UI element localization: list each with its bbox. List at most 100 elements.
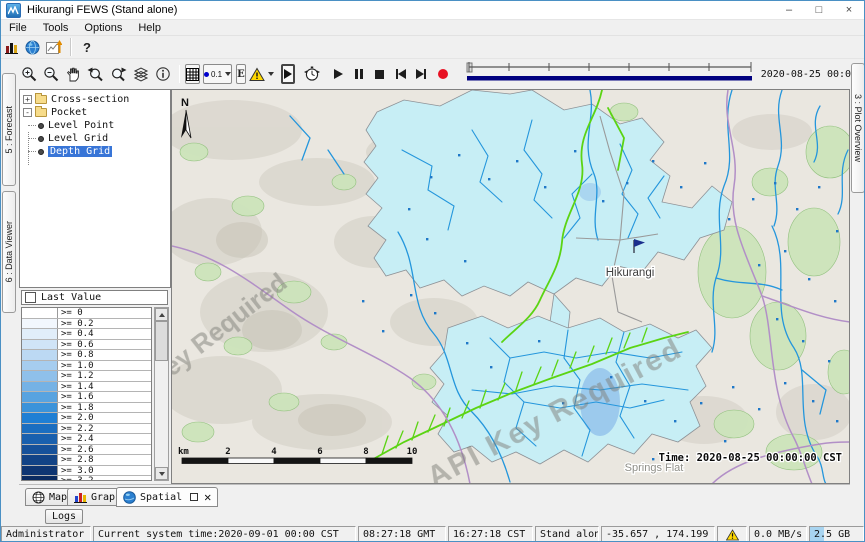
svg-text:8: 8 — [363, 447, 368, 457]
layer-bullet-icon — [38, 136, 44, 142]
explorer-chart-icon[interactable] — [4, 37, 19, 57]
legend-row[interactable]: >= 2.2 — [22, 424, 151, 435]
zoom-next-icon[interactable] — [110, 64, 127, 84]
zoom-previous-icon[interactable] — [87, 64, 104, 84]
legend-row[interactable]: >= 1.0 — [22, 361, 151, 372]
play-button[interactable] — [334, 64, 343, 84]
svg-text:2: 2 — [225, 447, 230, 457]
menu-file[interactable]: File — [1, 22, 35, 34]
skip-to-end-button[interactable] — [416, 64, 426, 84]
scale-value: 0.1 — [211, 70, 222, 79]
right-tab-strip: 3 : Plot Overview — [850, 89, 865, 484]
tab-spatial[interactable]: Spatial ✕ — [116, 487, 218, 507]
expander-icon[interactable]: + — [23, 95, 32, 104]
status-mode: Stand alone — [535, 526, 599, 542]
close-button[interactable]: × — [834, 1, 864, 19]
legend-row[interactable]: >= 0.2 — [22, 319, 151, 330]
zoom-in-icon[interactable] — [21, 64, 37, 84]
stop-button[interactable] — [375, 64, 384, 84]
bar-chart-icon — [74, 491, 87, 503]
map-canvas[interactable]: API Key Required API Key Required Hikura… — [171, 89, 850, 484]
folder-icon — [35, 95, 47, 104]
warning-threshold-dropdown[interactable] — [249, 64, 274, 84]
scrollbar-thumb[interactable] — [155, 321, 168, 361]
tab-plot-overview[interactable]: 3 : Plot Overview — [851, 63, 865, 193]
legend-row[interactable]: >= 1.2 — [22, 371, 151, 382]
menu-tools[interactable]: Tools — [35, 22, 77, 34]
labels-toggle-button[interactable]: E — [236, 64, 246, 84]
legend-row[interactable]: >= 2.8 — [22, 455, 151, 466]
legend-row[interactable]: >= 2.4 — [22, 434, 151, 445]
svg-text:km: km — [178, 447, 189, 457]
folder-icon — [35, 108, 47, 117]
legend-row[interactable]: >= 3.0 — [22, 466, 151, 477]
legend-swatch — [22, 382, 58, 392]
zoom-out-icon[interactable] — [43, 64, 59, 84]
timer-settings-icon[interactable] — [303, 64, 321, 84]
tree-item-depth-grid[interactable]: Depth Grid — [23, 145, 170, 158]
legend-row[interactable]: >= 0 — [22, 308, 151, 319]
status-user: Administrator — [1, 526, 91, 542]
tab-forecast[interactable]: 5 : Forecast — [2, 73, 16, 186]
status-warning-cell — [717, 526, 747, 542]
town-label: Hikurangi — [606, 267, 655, 279]
selected-tree-label: Depth Grid — [48, 146, 112, 157]
undock-icon[interactable] — [190, 493, 198, 501]
globe-icon — [123, 491, 136, 504]
maximize-button[interactable]: □ — [804, 1, 834, 19]
help-button[interactable]: ? — [83, 40, 91, 55]
logs-button[interactable]: Logs — [45, 509, 83, 524]
memory-text: 2.5 GB — [814, 529, 850, 540]
legend-row[interactable]: >= 0.6 — [22, 340, 151, 351]
legend-scrollbar[interactable] — [154, 307, 169, 481]
legend-row[interactable]: >= 0.4 — [22, 329, 151, 340]
tree-item-level-grid[interactable]: Level Grid — [23, 132, 170, 145]
legend-row[interactable]: >= 2.6 — [22, 445, 151, 456]
time-slider[interactable] — [465, 60, 755, 89]
last-value-checkbox[interactable] — [25, 292, 36, 303]
legend-row[interactable]: >= 3.2 — [22, 476, 151, 481]
timeseries-dialog-icon[interactable] — [46, 37, 62, 57]
animation-button[interactable] — [281, 64, 295, 84]
map-time-label: Time: 2020-08-25 00:00:00 CST — [659, 452, 842, 464]
globe-icon[interactable] — [25, 37, 40, 57]
status-coordinates: -35.657 , 174.199 — [601, 526, 715, 542]
minimize-button[interactable]: – — [774, 1, 804, 19]
tree-item-level-point[interactable]: Level Point — [23, 119, 170, 132]
tree-item-pocket[interactable]: - Pocket — [23, 106, 170, 119]
tab-data-viewer[interactable]: 6 : Data Viewer — [2, 191, 16, 313]
toolbar-separator — [70, 38, 72, 56]
scroll-up-button[interactable] — [155, 308, 168, 321]
legend-row[interactable]: >= 0.8 — [22, 350, 151, 361]
app-window: Hikurangi FEWS (Stand alone) – □ × File … — [0, 0, 865, 542]
legend-row[interactable]: >= 1.4 — [22, 382, 151, 393]
legend-row[interactable]: >= 2.0 — [22, 413, 151, 424]
status-gmt-time: 08:27:18 GMT — [358, 526, 446, 542]
tree-item-cross-section[interactable]: + Cross-section — [23, 93, 170, 106]
menu-options[interactable]: Options — [76, 22, 130, 34]
status-bar: Administrator Current system time:2020-0… — [1, 526, 865, 542]
svg-text:6: 6 — [317, 447, 322, 457]
layers-icon[interactable] — [133, 64, 149, 84]
layer-bullet-icon — [38, 123, 44, 129]
svg-text:10: 10 — [407, 447, 418, 457]
pause-button[interactable] — [355, 64, 363, 84]
grid-display-button[interactable] — [185, 64, 200, 84]
expander-icon[interactable]: - — [23, 108, 32, 117]
menu-help[interactable]: Help — [130, 22, 169, 34]
info-icon[interactable] — [155, 64, 171, 84]
close-tab-icon[interactable]: ✕ — [204, 492, 211, 502]
legend-row[interactable]: >= 1.8 — [22, 403, 151, 414]
warning-icon — [726, 529, 739, 541]
timeline-bar — [467, 76, 752, 81]
scroll-down-button[interactable] — [155, 467, 168, 480]
main-toolbar: ? — [1, 36, 864, 58]
legend-row[interactable]: >= 1.6 — [22, 392, 151, 403]
legend-swatch — [22, 424, 58, 434]
record-button[interactable] — [438, 64, 448, 84]
classbreaks-scale-dropdown[interactable]: 0.1 — [203, 64, 232, 84]
svg-text:N: N — [181, 97, 189, 109]
left-tab-strip: 5 : Forecast 6 : Data Viewer — [1, 89, 19, 526]
skip-to-start-button[interactable] — [396, 64, 406, 84]
pan-hand-icon[interactable] — [65, 64, 81, 84]
